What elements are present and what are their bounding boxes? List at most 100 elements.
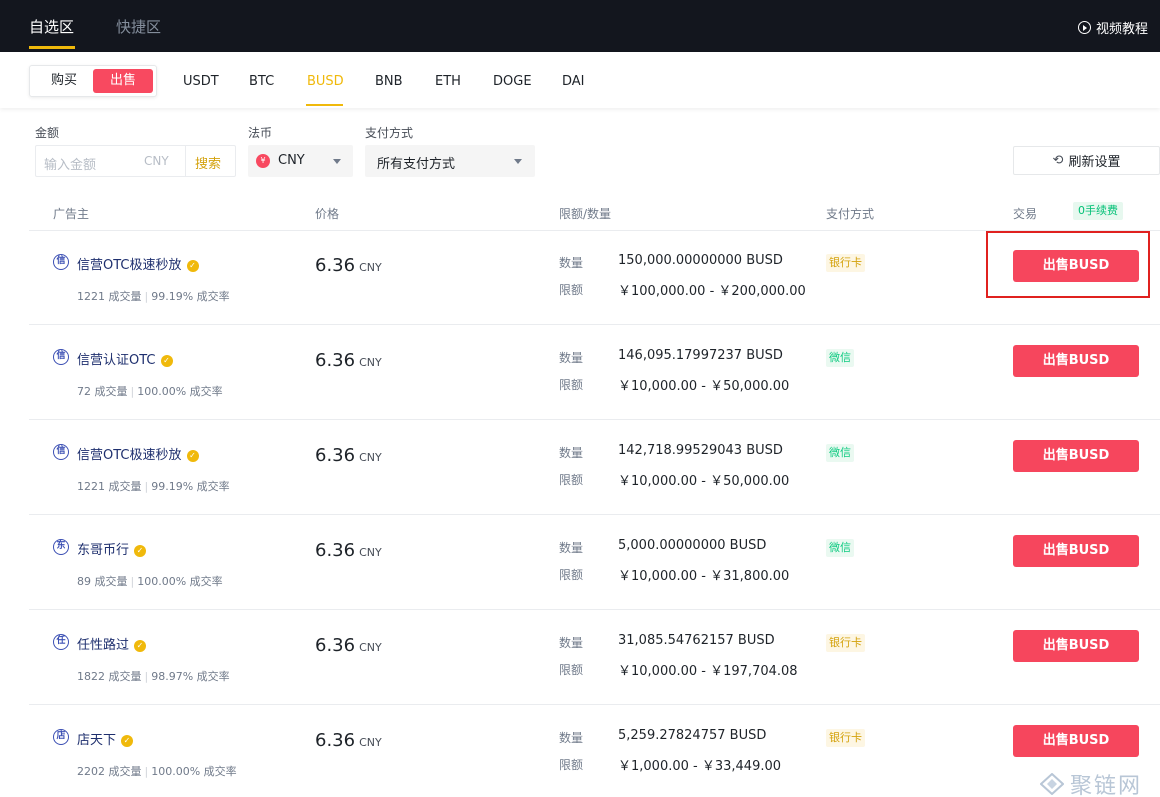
video-tutorial-link[interactable]: 视频教程 xyxy=(1077,18,1148,37)
sell-toggle-button[interactable]: 出售 xyxy=(93,69,153,93)
merchant-name-link[interactable]: 信营OTC极速秒放 ✓ xyxy=(77,254,199,273)
verified-icon: ✓ xyxy=(186,450,199,462)
fiat-value: CNY xyxy=(278,153,305,168)
buy-toggle-button[interactable]: 购买 xyxy=(36,69,92,93)
coin-tab-usdt[interactable]: USDT xyxy=(183,74,219,89)
verified-icon: ✓ xyxy=(121,735,134,747)
coin-tab-doge[interactable]: DOGE xyxy=(493,74,532,89)
merchant-name-link[interactable]: 店天下 ✓ xyxy=(77,729,134,748)
coin-tab-dai[interactable]: DAI xyxy=(562,74,585,89)
ad-row: 任任性路过 ✓ 1822 成交量 | 98.97% 成交率 6.36 CNY 数量 31,085… xyxy=(29,610,1160,705)
amount-input[interactable]: 输入金额 xyxy=(44,154,96,173)
order-count: 72 成交量 xyxy=(77,385,128,398)
verified-icon: ✓ xyxy=(134,640,147,652)
price-unit: CNY xyxy=(359,641,382,654)
limit-value: ￥10,000.00 - ￥197,704.08 xyxy=(618,664,798,679)
price: 6.36 CNY xyxy=(315,445,382,466)
coin-tab-busd[interactable]: BUSD xyxy=(307,74,344,89)
sell-busd-button[interactable]: 出售BUSD xyxy=(1013,630,1139,662)
merchant-name: 店天下 xyxy=(77,733,117,748)
merchant-name: 东哥币行 xyxy=(77,543,130,558)
verified-icon: ✓ xyxy=(134,545,147,557)
order-count: 1221 成交量 xyxy=(77,480,142,493)
fiat-label: 法币 xyxy=(248,126,273,140)
payment-select[interactable]: 所有支付方式 xyxy=(365,145,535,177)
active-tab-indicator xyxy=(29,46,75,49)
tab-favorites[interactable]: 自选区 xyxy=(29,16,74,37)
price-unit: CNY xyxy=(359,356,382,369)
limit-value: ￥10,000.00 - ￥50,000.00 xyxy=(618,379,790,394)
order-count: 2202 成交量 xyxy=(77,765,142,778)
verified-icon: ✓ xyxy=(186,260,199,272)
stats-separator: | xyxy=(130,575,135,588)
ad-row: 信信营认证OTC ✓ 72 成交量 | 100.00% 成交率 6.36 CNY 数量 146,… xyxy=(29,325,1160,420)
merchant-name-link[interactable]: 信营认证OTC ✓ xyxy=(77,349,173,368)
coin-tab-bnb[interactable]: BNB xyxy=(375,74,403,89)
limit-label: 限额 xyxy=(559,473,584,487)
price-value: 6.36 xyxy=(315,445,356,466)
yuan-icon: ¥ xyxy=(256,154,270,168)
limit-value: ￥10,000.00 - ￥31,800.00 xyxy=(618,569,790,584)
limit-value: ￥1,000.00 - ￥33,449.00 xyxy=(618,759,782,774)
sell-busd-button[interactable]: 出售BUSD xyxy=(1013,725,1139,757)
merchant-avatar: 信 xyxy=(53,444,69,460)
ad-row: 店店天下 ✓ 2202 成交量 | 100.00% 成交率 6.36 CNY 数量 5,259.… xyxy=(29,705,1160,797)
video-tutorial-label: 视频教程 xyxy=(1095,22,1148,37)
merchant-name: 信营OTC极速秒放 xyxy=(77,258,182,273)
quantity-value: 146,095.17997237 BUSD xyxy=(618,348,783,363)
sell-busd-button[interactable]: 出售BUSD xyxy=(1013,345,1139,377)
limit-value: ￥100,000.00 - ￥200,000.00 xyxy=(618,284,806,299)
quantity-value: 31,085.54762157 BUSD xyxy=(618,633,775,648)
column-limit-quantity: 限额/数量 xyxy=(559,207,612,221)
merchant-name-link[interactable]: 任性路过 ✓ xyxy=(77,634,147,653)
price-unit: CNY xyxy=(359,546,382,559)
price-value: 6.36 xyxy=(315,635,356,656)
merchant-stats: 1822 成交量 | 98.97% 成交率 xyxy=(77,668,230,684)
merchant-name-link[interactable]: 信营OTC极速秒放 ✓ xyxy=(77,444,199,463)
quantity-label: 数量 xyxy=(559,256,584,270)
merchant-name: 信营OTC极速秒放 xyxy=(77,448,182,463)
buy-sell-toggle: 购买 出售 xyxy=(29,65,157,97)
coin-tab-btc[interactable]: BTC xyxy=(249,74,274,89)
merchant-stats: 2202 成交量 | 100.00% 成交率 xyxy=(77,763,237,779)
search-button[interactable]: 搜索 xyxy=(195,153,221,172)
price-unit: CNY xyxy=(359,261,382,274)
merchant-name-link[interactable]: 东哥币行 ✓ xyxy=(77,539,147,558)
quantity-label: 数量 xyxy=(559,351,584,365)
payment-badge: 银行卡 xyxy=(826,729,865,747)
completion-rate: 100.00% 成交率 xyxy=(137,385,223,398)
sell-busd-button[interactable]: 出售BUSD xyxy=(1013,440,1139,472)
merchant-avatar: 东 xyxy=(53,539,69,555)
zero-fee-badge: 0手续费 xyxy=(1073,202,1123,220)
completion-rate: 98.97% 成交率 xyxy=(151,670,230,683)
limit-label: 限额 xyxy=(559,378,584,392)
tab-express[interactable]: 快捷区 xyxy=(116,16,161,37)
play-icon xyxy=(1077,21,1091,34)
order-count: 1822 成交量 xyxy=(77,670,142,683)
stats-separator: | xyxy=(144,290,149,303)
stats-separator: | xyxy=(144,480,149,493)
merchant-avatar: 任 xyxy=(53,634,69,650)
payment-badge: 微信 xyxy=(826,539,854,557)
highlight-box xyxy=(986,231,1150,298)
quantity-label: 数量 xyxy=(559,541,584,555)
merchant-avatar: 店 xyxy=(53,729,69,745)
chevron-down-icon xyxy=(514,159,522,164)
amount-field[interactable]: 输入金额 CNY 搜索 xyxy=(35,145,236,177)
fiat-select[interactable]: ¥ CNY xyxy=(248,145,353,177)
sell-busd-button[interactable]: 出售BUSD xyxy=(1013,535,1139,567)
coin-tab-eth[interactable]: ETH xyxy=(435,74,461,89)
coin-bar: 购买 出售 USDT BTC BUSD BNB ETH DOGE DAI xyxy=(0,52,1160,108)
price-value: 6.36 xyxy=(315,730,356,751)
merchant-avatar: 信 xyxy=(53,254,69,270)
merchant-stats: 72 成交量 | 100.00% 成交率 xyxy=(77,383,223,399)
price: 6.36 CNY xyxy=(315,730,382,751)
price: 6.36 CNY xyxy=(315,255,382,276)
completion-rate: 100.00% 成交率 xyxy=(137,575,223,588)
refresh-settings-button[interactable]: ⟲ 刷新设置 xyxy=(1013,146,1160,175)
payment-label: 支付方式 xyxy=(365,126,414,140)
price-value: 6.36 xyxy=(315,255,356,276)
column-advertiser: 广告主 xyxy=(53,207,90,221)
quantity-label: 数量 xyxy=(559,636,584,650)
order-count: 1221 成交量 xyxy=(77,290,142,303)
